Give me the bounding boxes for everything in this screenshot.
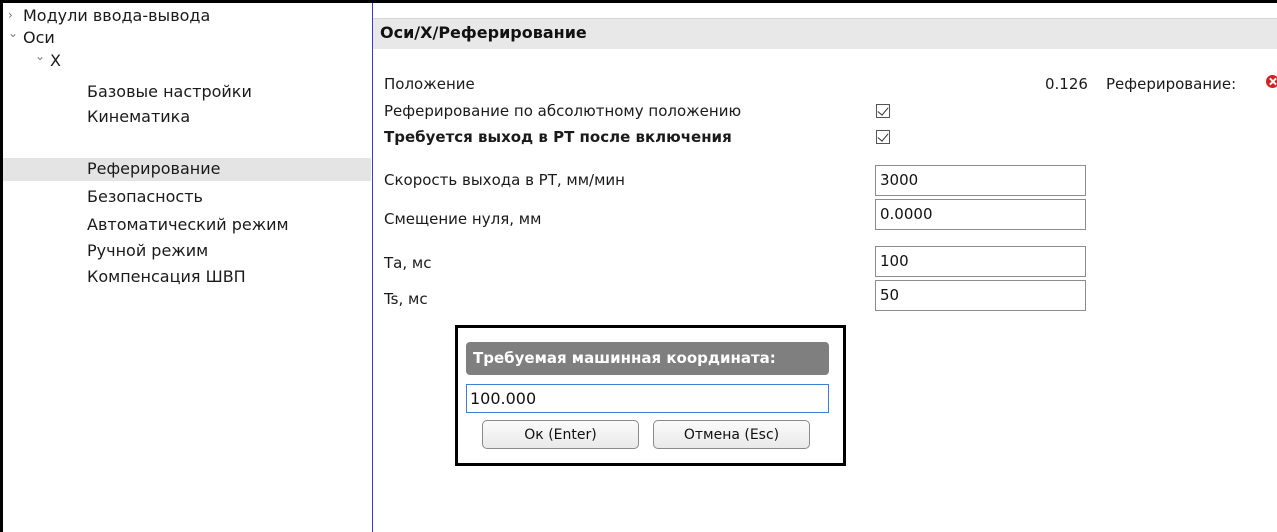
rt-speed-label: Скорость выхода в РТ, мм/мин <box>384 171 625 189</box>
abs-ref-checkbox[interactable] <box>876 104 890 118</box>
coordinate-dialog: Требуемая машинная координата: 100.000 О… <box>455 325 846 466</box>
tree-item-label: Компенсация ШВП <box>87 267 246 286</box>
cancel-button[interactable]: Отмена (Esc) <box>653 420 810 449</box>
position-value: 0.126 <box>1045 75 1088 93</box>
zero-offset-label: Смещение нуля, мм <box>384 210 542 228</box>
ts-label: Ts, мс <box>384 290 428 308</box>
tree-item-label: Автоматический режим <box>87 215 289 234</box>
tree-item-label: Безопасность <box>87 187 203 206</box>
settings-tree: › Модули ввода-вывода ⌄ Оси ⌄ X Базовые … <box>3 3 371 532</box>
ts-field[interactable]: 50 <box>875 280 1086 311</box>
tree-item-label: Реферирование <box>87 159 221 178</box>
tree-item-axis-x[interactable]: ⌄ X <box>3 49 371 73</box>
tree-item-io-modules[interactable]: › Модули ввода-вывода <box>3 5 371 28</box>
tree-item-ballscrew-compensation[interactable]: Компенсация ШВП <box>3 266 371 289</box>
tree-item-kinematics[interactable]: Кинематика <box>3 106 371 129</box>
window-border-top <box>0 0 1277 3</box>
tree-item-manual-mode[interactable]: Ручной режим <box>3 240 371 263</box>
dialog-title: Требуемая машинная координата: <box>473 349 776 367</box>
ta-field[interactable]: 100 <box>875 246 1086 277</box>
page-title: Оси/X/Реферирование <box>380 23 587 42</box>
tree-item-auto-mode[interactable]: Автоматический режим <box>3 214 371 237</box>
chevron-right-icon[interactable]: › <box>8 8 13 22</box>
tree-item-label: X <box>50 51 61 70</box>
chevron-down-icon[interactable]: ⌄ <box>8 26 18 40</box>
tree-item-axes[interactable]: ⌄ Оси <box>3 26 371 50</box>
rt-speed-field[interactable]: 3000 <box>875 165 1086 196</box>
tree-item-referencing[interactable]: Реферирование <box>3 158 371 181</box>
coordinate-input[interactable]: 100.000 <box>466 384 829 413</box>
tree-item-label: Модули ввода-вывода <box>23 6 211 25</box>
need-rt-checkbox[interactable] <box>876 130 890 144</box>
tree-item-label: Оси <box>23 28 55 47</box>
tree-item-safety[interactable]: Безопасность <box>3 186 371 209</box>
tree-item-label: Кинематика <box>87 107 191 126</box>
app-window: › Модули ввода-вывода ⌄ Оси ⌄ X Базовые … <box>0 0 1277 532</box>
ok-button[interactable]: Ок (Enter) <box>482 420 639 449</box>
chevron-down-icon[interactable]: ⌄ <box>35 49 45 63</box>
position-label: Положение <box>384 75 475 93</box>
need-rt-label: Требуется выход в РТ после включения <box>384 128 732 146</box>
zero-offset-field[interactable]: 0.0000 <box>875 199 1086 230</box>
panel-header: Оси/X/Реферирование <box>373 18 1277 49</box>
abs-ref-label: Реферирование по абсолютному положению <box>384 102 742 120</box>
tree-item-label: Ручной режим <box>87 241 209 260</box>
ta-label: Та, мс <box>384 254 432 272</box>
tree-item-basic-settings[interactable]: Базовые настройки <box>3 81 371 104</box>
window-border-left <box>0 0 3 532</box>
error-icon <box>1266 75 1277 88</box>
tree-item-label: Базовые настройки <box>87 82 252 101</box>
dialog-header: Требуемая машинная координата: <box>466 342 829 375</box>
referencing-status-label: Реферирование: <box>1106 75 1237 93</box>
